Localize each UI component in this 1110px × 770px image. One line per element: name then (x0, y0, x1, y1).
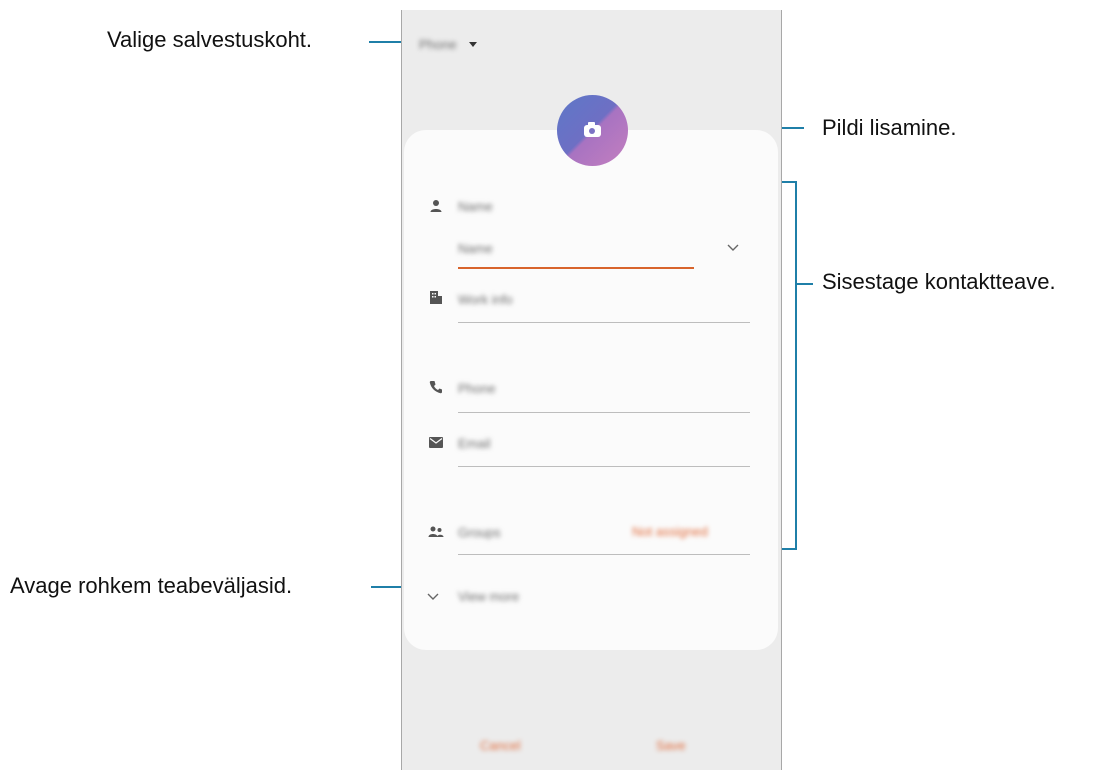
annotation-enter-contact-info: Sisestage kontaktteave. (822, 269, 1056, 294)
name-field-underline (458, 267, 694, 269)
add-picture-button[interactable] (557, 95, 628, 166)
view-more-button[interactable]: View more (458, 589, 519, 604)
expand-chevron-icon[interactable] (426, 592, 440, 602)
name-sub-field[interactable]: Name (458, 241, 493, 256)
camera-icon (584, 121, 601, 137)
groups-icon (428, 526, 444, 537)
groups-underline (458, 554, 750, 555)
annotation-open-more-fields: Avage rohkem teabeväljasid. (10, 573, 293, 598)
email-underline (458, 466, 750, 467)
work-info-underline (458, 322, 750, 323)
groups-label: Groups (458, 525, 501, 540)
storage-location-selector[interactable]: Phone (419, 37, 477, 52)
callout-line-contact (795, 283, 813, 285)
person-icon (430, 200, 442, 212)
email-field[interactable]: Email (458, 436, 491, 451)
chevron-down-icon[interactable] (726, 243, 740, 253)
annotation-storage-location: Valige salvestuskoht. (107, 27, 313, 52)
callout-bracket-vertical (795, 181, 797, 550)
phone-field[interactable]: Phone (458, 381, 496, 396)
email-icon (429, 437, 443, 448)
annotation-add-picture: Pildi lisamine. (822, 115, 957, 140)
work-info-field[interactable]: Work info (458, 292, 513, 307)
cancel-button[interactable]: Cancel (480, 738, 520, 753)
building-icon (430, 291, 442, 304)
dropdown-caret-icon (468, 42, 477, 47)
name-field[interactable]: Name (458, 199, 493, 214)
contact-form-card: Name Name Work info Phone Email Groups N… (404, 130, 778, 650)
phone-underline (458, 412, 750, 413)
phone-icon (429, 381, 442, 394)
save-button[interactable]: Save (656, 738, 686, 753)
storage-location-value: Phone (419, 37, 457, 52)
groups-value[interactable]: Not assigned (632, 524, 708, 539)
phone-screen: Phone Name Name Work info Phone Email Gr… (401, 10, 782, 770)
